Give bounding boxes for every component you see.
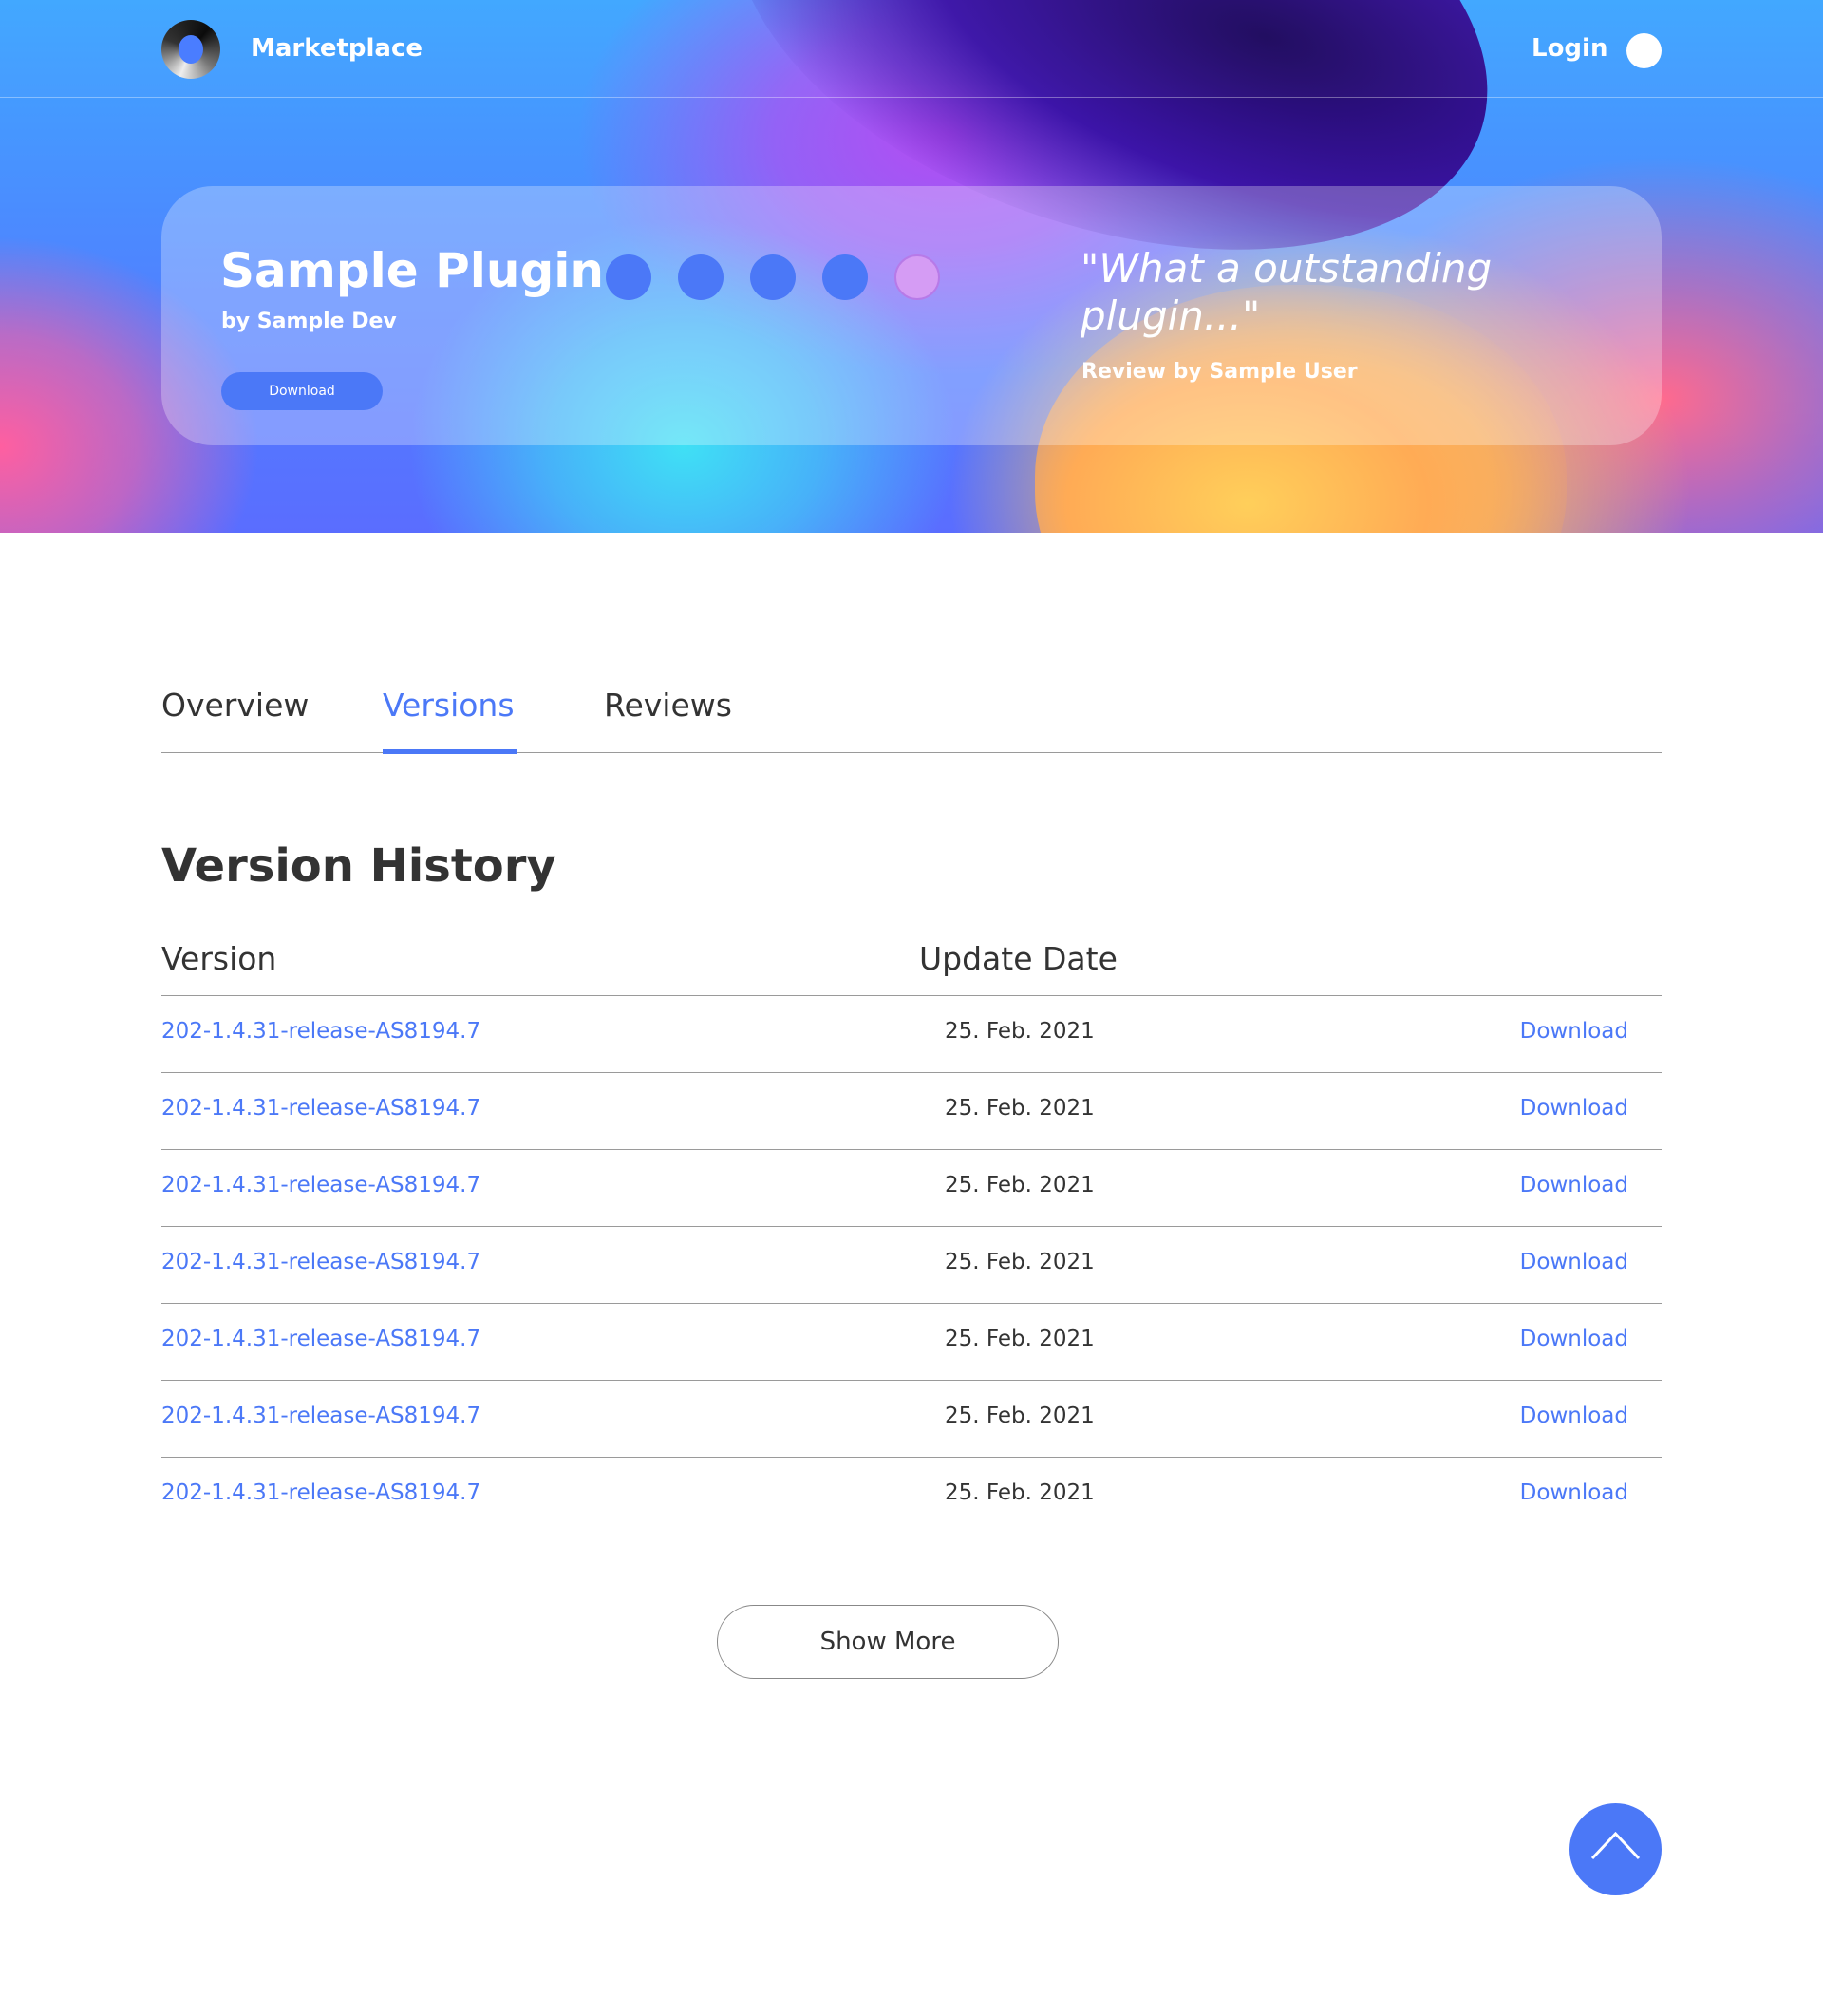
download-link[interactable]: Download bbox=[1520, 1480, 1628, 1505]
version-table: Version Update Date 202-1.4.31-release-A… bbox=[161, 935, 1662, 1535]
table-row: 202-1.4.31-release-AS8194.7 25. Feb. 202… bbox=[161, 1073, 1662, 1150]
version-link[interactable]: 202-1.4.31-release-AS8194.7 bbox=[161, 1096, 480, 1121]
download-link[interactable]: Download bbox=[1520, 1019, 1628, 1044]
download-link[interactable]: Download bbox=[1520, 1250, 1628, 1274]
version-link[interactable]: 202-1.4.31-release-AS8194.7 bbox=[161, 1250, 480, 1274]
column-header-date: Update Date bbox=[919, 940, 1118, 977]
hero-download-button[interactable]: Download bbox=[221, 372, 383, 410]
review-quote: "What a outstanding plugin..." bbox=[1081, 245, 1493, 339]
brand-name[interactable]: Marketplace bbox=[251, 34, 423, 63]
tab-bar: Overview Versions Reviews bbox=[161, 679, 1662, 754]
table-row: 202-1.4.31-release-AS8194.7 25. Feb. 202… bbox=[161, 996, 1662, 1073]
update-date: 25. Feb. 2021 bbox=[945, 1480, 1095, 1505]
version-link[interactable]: 202-1.4.31-release-AS8194.7 bbox=[161, 1173, 480, 1197]
tab-reviews[interactable]: Reviews bbox=[604, 687, 732, 724]
update-date: 25. Feb. 2021 bbox=[945, 1327, 1095, 1351]
user-avatar-icon[interactable] bbox=[1626, 33, 1662, 68]
table-header: Version Update Date bbox=[161, 935, 1662, 996]
plugin-title: Sample Plugin bbox=[220, 243, 605, 298]
version-link[interactable]: 202-1.4.31-release-AS8194.7 bbox=[161, 1019, 480, 1044]
version-link[interactable]: 202-1.4.31-release-AS8194.7 bbox=[161, 1404, 480, 1428]
download-link[interactable]: Download bbox=[1520, 1327, 1628, 1351]
page: Marketplace Login Sample Plugin by Sampl… bbox=[0, 0, 1823, 2016]
table-row: 202-1.4.31-release-AS8194.7 25. Feb. 202… bbox=[161, 1150, 1662, 1227]
plugin-developer: by Sample Dev bbox=[221, 310, 397, 333]
plugin-hero-card: Sample Plugin by Sample Dev Download "Wh… bbox=[161, 186, 1662, 445]
download-link[interactable]: Download bbox=[1520, 1404, 1628, 1428]
table-row: 202-1.4.31-release-AS8194.7 25. Feb. 202… bbox=[161, 1381, 1662, 1458]
login-link[interactable]: Login bbox=[1532, 34, 1607, 63]
tab-overview[interactable]: Overview bbox=[161, 687, 309, 724]
review-author: Review by Sample User bbox=[1081, 360, 1358, 384]
tab-versions[interactable]: Versions bbox=[383, 687, 515, 724]
update-date: 25. Feb. 2021 bbox=[945, 1173, 1095, 1197]
back-to-top-button[interactable] bbox=[1569, 1803, 1662, 1895]
logo-icon[interactable] bbox=[161, 20, 220, 79]
star-filled-icon bbox=[822, 254, 868, 300]
update-date: 25. Feb. 2021 bbox=[945, 1404, 1095, 1428]
version-link[interactable]: 202-1.4.31-release-AS8194.7 bbox=[161, 1327, 480, 1351]
update-date: 25. Feb. 2021 bbox=[945, 1250, 1095, 1274]
active-tab-indicator bbox=[383, 749, 517, 754]
section-title: Version History bbox=[161, 839, 556, 893]
star-filled-icon bbox=[750, 254, 796, 300]
show-more-button[interactable]: Show More bbox=[717, 1605, 1059, 1679]
top-navbar: Marketplace Login bbox=[0, 0, 1823, 98]
star-filled-icon bbox=[606, 254, 651, 300]
table-row: 202-1.4.31-release-AS8194.7 25. Feb. 202… bbox=[161, 1304, 1662, 1381]
table-row: 202-1.4.31-release-AS8194.7 25. Feb. 202… bbox=[161, 1227, 1662, 1304]
table-row: 202-1.4.31-release-AS8194.7 25. Feb. 202… bbox=[161, 1458, 1662, 1535]
version-link[interactable]: 202-1.4.31-release-AS8194.7 bbox=[161, 1480, 480, 1505]
download-link[interactable]: Download bbox=[1520, 1173, 1628, 1197]
chevron-up-icon bbox=[1590, 1831, 1641, 1860]
column-header-version: Version bbox=[161, 940, 277, 977]
download-link[interactable]: Download bbox=[1520, 1096, 1628, 1121]
update-date: 25. Feb. 2021 bbox=[945, 1096, 1095, 1121]
star-empty-icon bbox=[894, 254, 940, 300]
update-date: 25. Feb. 2021 bbox=[945, 1019, 1095, 1044]
star-filled-icon bbox=[678, 254, 724, 300]
hero-banner: Marketplace Login Sample Plugin by Sampl… bbox=[0, 0, 1823, 533]
